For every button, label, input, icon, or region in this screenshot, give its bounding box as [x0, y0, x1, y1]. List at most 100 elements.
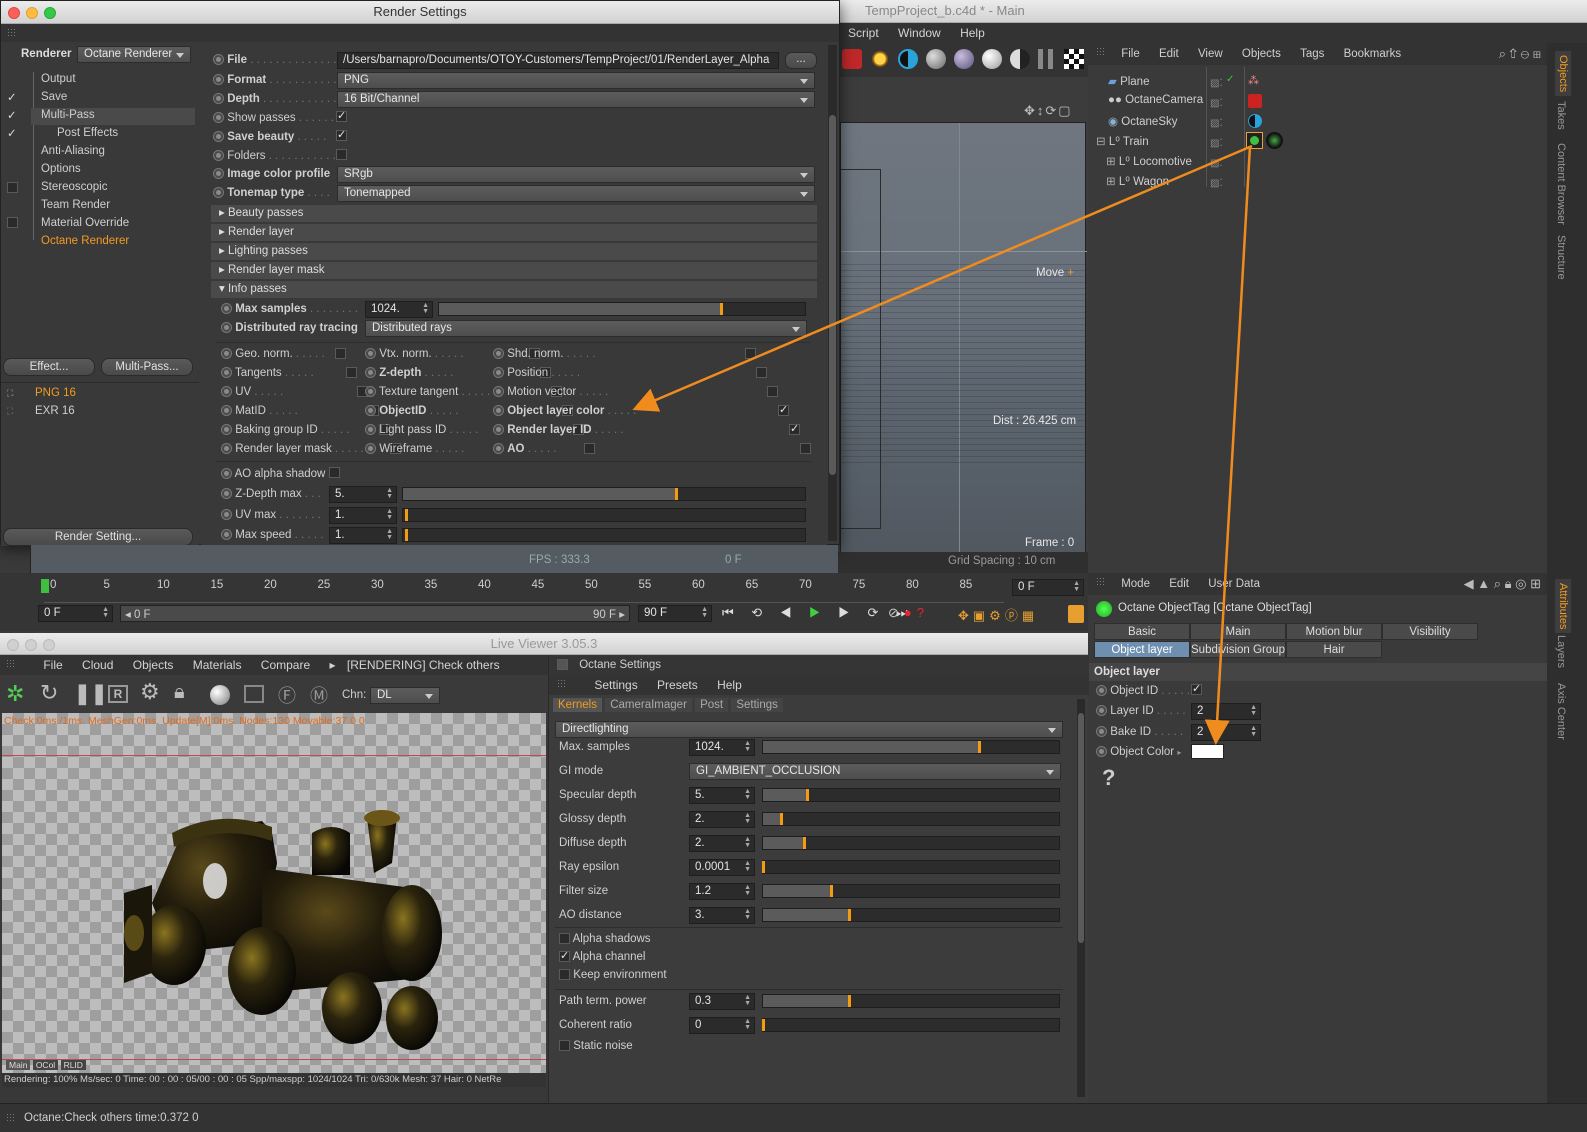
os-checkbox[interactable]: ✓	[559, 951, 570, 963]
attr-menu-mode[interactable]: Mode	[1121, 578, 1150, 590]
side-tab-layers[interactable]: Layers	[1555, 635, 1567, 668]
record-controls[interactable]: ⊘●?	[888, 605, 929, 621]
os-slider[interactable]	[762, 740, 1060, 754]
anim-dot[interactable]	[221, 348, 232, 360]
attr-tab-hair[interactable]: Hair	[1286, 641, 1382, 658]
attr-nav-icons[interactable]: ◀ ▲ ⌕ 🔒︎ ◎ ⊞	[1464, 573, 1541, 595]
om-row-train[interactable]: ⊟ L⁰ Train	[1096, 134, 1149, 148]
max-samples-slider[interactable]	[438, 302, 806, 316]
object-color-swatch[interactable]	[1191, 744, 1224, 759]
checker-icon[interactable]	[1064, 49, 1084, 69]
tree-antialiasing[interactable]: Anti-Aliasing	[41, 145, 105, 157]
anim-dot[interactable]	[213, 112, 224, 124]
pass-checkbox[interactable]	[346, 367, 357, 379]
anim-dot[interactable]	[365, 348, 376, 360]
attr-tab-basic[interactable]: Basic	[1094, 623, 1190, 640]
os-value-field[interactable]: 1024. ▲ ▼	[689, 739, 755, 756]
os-slider[interactable]	[762, 788, 1060, 802]
anim-dot[interactable]	[213, 150, 224, 162]
tree-posteffects[interactable]: Post Effects	[57, 127, 118, 139]
anim-dot[interactable]	[365, 367, 376, 379]
icp-dropdown[interactable]: SRgb	[337, 166, 815, 183]
materialoverride-checkbox[interactable]	[7, 217, 18, 229]
lv-tab-rlid[interactable]: RLID	[60, 1060, 86, 1070]
anim-dot[interactable]	[221, 303, 232, 315]
help-icon[interactable]: ?	[1102, 765, 1115, 791]
os-menu-presets[interactable]: Presets	[657, 678, 698, 692]
anim-dot[interactable]	[213, 74, 224, 86]
os-close-icon[interactable]	[557, 659, 568, 671]
menu-script[interactable]: Script	[848, 26, 879, 40]
uv-max-field[interactable]: 1. ▲ ▼	[329, 507, 397, 524]
tree-save-check[interactable]: ✓	[7, 90, 17, 104]
section-beauty-passes[interactable]: ▸ Beauty passes	[211, 205, 817, 222]
lv-menu-objects[interactable]: Objects	[133, 658, 174, 672]
menu-window[interactable]: Window	[898, 26, 941, 40]
os-slider[interactable]	[762, 1018, 1060, 1032]
anim-dot[interactable]	[365, 405, 376, 417]
range-slider[interactable]: ◂ 0 F 90 F ▸	[120, 605, 630, 622]
om-menu-file[interactable]: File	[1121, 48, 1140, 60]
lv-tab-main[interactable]: Main	[6, 1060, 31, 1070]
sphere-icon[interactable]	[926, 49, 946, 69]
pass-checkbox[interactable]	[745, 348, 756, 360]
om-search-icons[interactable]: ⌕ ⇧ ⊖ ⊞	[1499, 43, 1541, 65]
gi-mode-dropdown[interactable]: GI_AMBIENT_OCCLUSION	[689, 763, 1061, 780]
anim-dot[interactable]	[365, 443, 376, 455]
om-menu-bookmarks[interactable]: Bookmarks	[1344, 48, 1402, 60]
om-row-plane[interactable]: ▰ Plane	[1108, 74, 1149, 88]
anim-dot[interactable]	[221, 367, 232, 379]
anim-dot[interactable]	[213, 93, 224, 105]
viewport[interactable]: Move + Dist : 26.425 cm Frame : 0	[840, 122, 1087, 575]
effect-button[interactable]: Effect...	[3, 358, 95, 376]
os-tab-cameraimager[interactable]: CameraImager	[605, 698, 692, 712]
anim-dot[interactable]	[493, 386, 504, 398]
max-speed-field[interactable]: 1. ▲ ▼	[329, 527, 397, 544]
settings-gear-icon[interactable]: ⚙	[140, 679, 160, 705]
anim-dot[interactable]	[365, 424, 376, 436]
pass-checkbox[interactable]	[800, 443, 811, 455]
om-row-camera[interactable]: ●● OctaneCamera	[1108, 94, 1203, 106]
lv-menu-materials[interactable]: Materials	[193, 658, 242, 672]
preset-exr16[interactable]: EXR 16	[35, 405, 75, 417]
attr-menu-edit[interactable]: Edit	[1169, 578, 1189, 590]
end-frame-field[interactable]: 90 F ▲ ▼	[638, 605, 712, 622]
anim-dot[interactable]	[221, 529, 232, 541]
tree-posteffects-check[interactable]: ✓	[7, 126, 17, 140]
side-tab-attributes[interactable]: Attributes	[1555, 579, 1571, 634]
om-menu-objects[interactable]: Objects	[1242, 48, 1281, 60]
section-render-layer[interactable]: ▸ Render layer	[211, 224, 817, 241]
om-menu-edit[interactable]: Edit	[1159, 48, 1179, 60]
pass-checkbox[interactable]: ✓	[778, 405, 789, 417]
timeline-menu-icon[interactable]	[1068, 605, 1084, 623]
sun-icon[interactable]	[870, 49, 890, 69]
restart-icon[interactable]: ↻	[40, 680, 58, 706]
channel-dropdown[interactable]: DL	[370, 687, 440, 704]
anim-dot[interactable]	[493, 348, 504, 360]
os-value-field[interactable]: 0.3 ▲ ▼	[689, 993, 755, 1010]
om-row-wagon[interactable]: ⊞ L⁰ Wagon	[1106, 174, 1169, 188]
depth-dropdown[interactable]: 16 Bit/Channel	[337, 91, 815, 108]
layer-id-field[interactable]: 2 ▲ ▼	[1191, 703, 1261, 720]
os-checkbox[interactable]	[559, 933, 570, 945]
os-value-field[interactable]: 2. ▲ ▼	[689, 811, 755, 828]
format-dropdown[interactable]: PNG	[337, 72, 815, 89]
octane-objecttag-icon[interactable]	[1246, 132, 1263, 149]
anim-dot[interactable]	[1096, 685, 1107, 697]
tree-multipass[interactable]: Multi-Pass	[41, 109, 95, 121]
pass-checkbox[interactable]	[756, 367, 767, 379]
os-tab-kernels[interactable]: Kernels	[553, 698, 602, 712]
multipass-button[interactable]: Multi-Pass...	[101, 358, 193, 376]
zdepth-max-field[interactable]: 5. ▲ ▼	[329, 486, 397, 503]
static-noise-checkbox[interactable]	[559, 1040, 570, 1052]
columns-icon[interactable]	[1038, 49, 1058, 69]
attr-tab-subdivision[interactable]: Subdivision Group	[1190, 641, 1286, 658]
max-speed-slider[interactable]	[402, 528, 806, 542]
max-samples-field[interactable]: 1024. ▲ ▼	[365, 301, 433, 318]
current-frame-field[interactable]: 0 F ▲ ▼	[1012, 579, 1084, 596]
anim-dot[interactable]	[221, 405, 232, 417]
tree-teamrender[interactable]: Team Render	[41, 199, 110, 211]
pass-checkbox[interactable]	[767, 386, 778, 398]
rs-preset-icon[interactable]: ⛶	[7, 388, 13, 399]
attr-tab-objectlayer[interactable]: Object layer	[1094, 641, 1190, 658]
